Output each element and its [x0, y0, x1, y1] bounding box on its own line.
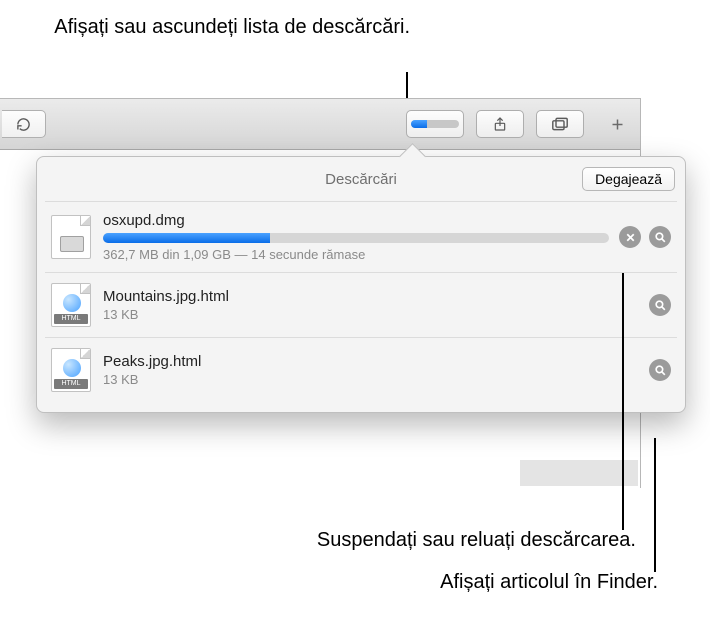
download-info: osxupd.dmg 362,7 MB din 1,09 GB — 14 sec… — [103, 212, 609, 262]
tab-overview-button[interactable] — [536, 110, 584, 138]
plus-icon — [610, 117, 625, 132]
stop-download-button[interactable] — [619, 226, 641, 248]
callout-show-hide-downloads: Afișați sau ascundeți lista de descărcăr… — [50, 14, 410, 40]
magnify-icon — [654, 231, 667, 244]
clear-downloads-button[interactable]: Degajează — [582, 167, 675, 191]
content-shadow — [520, 460, 638, 486]
tabs-icon — [550, 116, 570, 132]
download-info: Mountains.jpg.html 13 KB — [103, 288, 639, 322]
html-badge: HTML — [54, 314, 88, 324]
download-item[interactable]: osxupd.dmg 362,7 MB din 1,09 GB — 14 sec… — [45, 201, 677, 272]
file-icon-dmg — [51, 215, 91, 259]
magnify-icon — [654, 299, 667, 312]
download-status: 362,7 MB din 1,09 GB — 14 secunde rămase — [103, 247, 609, 262]
download-status: 13 KB — [103, 372, 639, 387]
reload-button[interactable] — [2, 110, 46, 138]
magnify-icon — [654, 364, 667, 377]
callout-pause-resume: Suspendați sau reluați descărcarea. — [317, 529, 636, 552]
callout-text: Suspendați sau reluați descărcarea. — [317, 529, 636, 551]
reveal-in-finder-button[interactable] — [649, 226, 671, 248]
share-icon — [492, 115, 508, 133]
downloads-progress-bar — [411, 120, 459, 128]
share-button[interactable] — [476, 110, 524, 138]
download-progress-fill — [103, 233, 270, 243]
downloads-list: osxupd.dmg 362,7 MB din 1,09 GB — 14 sec… — [37, 201, 685, 412]
clear-downloads-label: Degajează — [595, 171, 662, 187]
downloads-popover: Descărcări Degajează osxupd.dmg 362,7 MB… — [36, 156, 686, 413]
file-icon-html: HTML — [51, 283, 91, 327]
callout-leader-line — [622, 273, 624, 530]
download-actions — [649, 359, 671, 381]
browser-toolbar — [0, 98, 640, 150]
downloads-progress-fill — [411, 120, 427, 128]
reveal-in-finder-button[interactable] — [649, 294, 671, 316]
new-tab-button[interactable] — [596, 110, 638, 138]
download-filename: Peaks.jpg.html — [103, 353, 639, 370]
callout-leader-line — [654, 438, 656, 572]
download-item[interactable]: HTML Mountains.jpg.html 13 KB — [45, 272, 677, 337]
callout-text: Afișați sau ascundeți lista de descărcăr… — [54, 16, 410, 38]
callout-show-in-finder: Afișați articolul în Finder. — [440, 571, 658, 594]
close-icon — [624, 231, 637, 244]
html-badge: HTML — [54, 379, 88, 389]
download-filename: osxupd.dmg — [103, 212, 609, 229]
downloads-toolbar-button[interactable] — [406, 110, 464, 138]
download-status: 13 KB — [103, 307, 639, 322]
download-info: Peaks.jpg.html 13 KB — [103, 353, 639, 387]
download-progress-bar — [103, 233, 609, 243]
download-filename: Mountains.jpg.html — [103, 288, 639, 305]
file-icon-html: HTML — [51, 348, 91, 392]
downloads-popover-title: Descărcări — [325, 171, 397, 188]
reveal-in-finder-button[interactable] — [649, 359, 671, 381]
download-item[interactable]: HTML Peaks.jpg.html 13 KB — [45, 337, 677, 402]
callout-text: Afișați articolul în Finder. — [440, 571, 658, 593]
download-actions — [649, 294, 671, 316]
download-actions — [619, 226, 671, 248]
reload-icon — [16, 117, 31, 132]
downloads-popover-header: Descărcări Degajează — [37, 157, 685, 201]
